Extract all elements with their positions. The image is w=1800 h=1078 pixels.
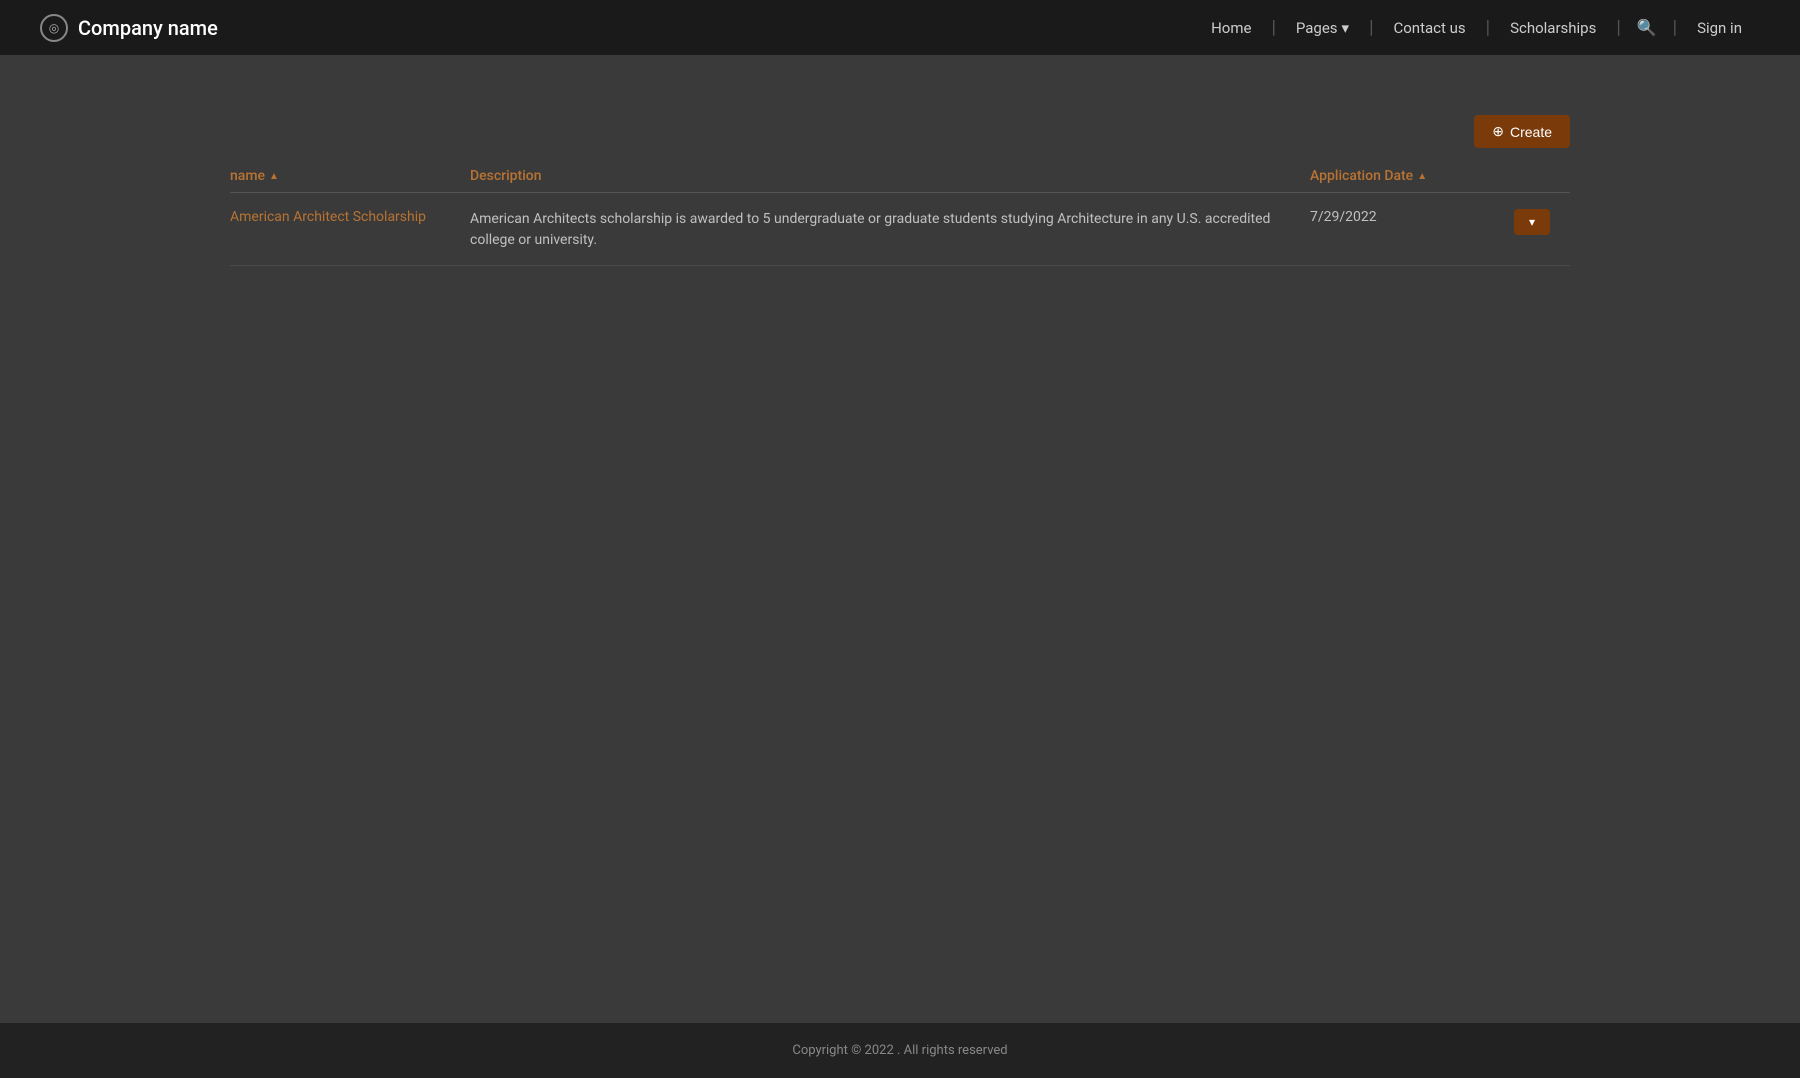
column-header-actions <box>1510 168 1570 184</box>
scholarship-description-cell: American Architects scholarship is award… <box>470 209 1310 251</box>
search-icon[interactable]: 🔍 <box>1623 18 1671 37</box>
create-button-label: Create <box>1510 124 1552 140</box>
sort-icon-date: ▲ <box>1417 171 1427 182</box>
column-header-name[interactable]: name ▲ <box>230 168 470 184</box>
nav-item-search: 🔍 <box>1623 18 1671 37</box>
brand-icon: ◎ <box>40 14 68 42</box>
column-header-date[interactable]: Application Date ▲ <box>1310 168 1510 184</box>
table-header: name ▲ Description Application Date ▲ <box>230 168 1570 193</box>
plus-icon: ⊕ <box>1492 123 1504 140</box>
chevron-down-icon: ▾ <box>1529 215 1535 229</box>
signin-link[interactable]: Sign in <box>1679 19 1760 37</box>
scholarship-name-link[interactable]: American Architect Scholarship <box>230 209 426 225</box>
nav-item-scholarships: Scholarships <box>1492 19 1614 37</box>
navbar: ◎ Company name Home | Pages ▾ | Contact … <box>0 0 1800 55</box>
scholarship-date-cell: 7/29/2022 <box>1310 209 1510 225</box>
nav-separator-2: | <box>1367 17 1375 38</box>
nav-link-contact[interactable]: Contact us <box>1375 19 1483 37</box>
nav-link-home[interactable]: Home <box>1193 19 1269 37</box>
scholarships-table: name ▲ Description Application Date ▲ Am… <box>230 168 1570 266</box>
nav-item-signin: Sign in <box>1679 19 1760 37</box>
nav-separator-1: | <box>1269 17 1277 38</box>
nav-separator-5: | <box>1671 17 1679 38</box>
nav-link-pages[interactable]: Pages ▾ <box>1278 19 1367 37</box>
nav-separator-4: | <box>1614 17 1622 38</box>
footer-copyright: Copyright © 2022 . All rights reserved <box>792 1043 1007 1058</box>
row-dropdown-button[interactable]: ▾ <box>1514 209 1550 235</box>
nav-menu: Home | Pages ▾ | Contact us | Scholarshi… <box>1193 17 1760 38</box>
nav-separator-3: | <box>1484 17 1492 38</box>
column-header-description: Description <box>470 168 1310 184</box>
nav-item-home: Home <box>1193 19 1269 37</box>
brand[interactable]: ◎ Company name <box>40 14 218 42</box>
toolbar: ⊕ Create <box>230 115 1570 148</box>
scholarship-name-cell: American Architect Scholarship <box>230 209 470 225</box>
table-row: American Architect Scholarship American … <box>230 195 1570 266</box>
scholarship-action-cell: ▾ <box>1510 209 1570 235</box>
footer: Copyright © 2022 . All rights reserved <box>0 1023 1800 1078</box>
main-content: ⊕ Create name ▲ Description Application … <box>0 55 1800 975</box>
sort-icon-name: ▲ <box>269 171 279 182</box>
nav-link-scholarships[interactable]: Scholarships <box>1492 19 1614 37</box>
nav-item-pages: Pages ▾ <box>1278 19 1367 37</box>
create-button[interactable]: ⊕ Create <box>1474 115 1570 148</box>
brand-name: Company name <box>78 16 218 40</box>
nav-item-contact: Contact us <box>1375 19 1483 37</box>
chevron-down-icon: ▾ <box>1342 19 1350 37</box>
